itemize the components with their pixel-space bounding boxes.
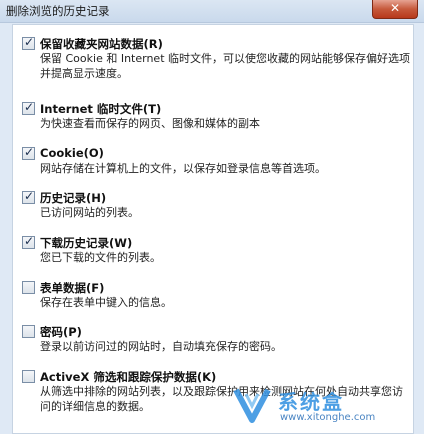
option-checkbox[interactable]: ✓ xyxy=(22,281,35,294)
title-bar: 删除浏览的历史记录 ✕ xyxy=(0,0,424,23)
close-button[interactable]: ✕ xyxy=(372,0,418,19)
option-description: 保存在表单中键入的信息。 xyxy=(40,296,172,309)
option-label[interactable]: 密码(P) xyxy=(40,324,82,340)
close-icon: ✕ xyxy=(389,1,401,15)
option-checkbox[interactable]: ✓ xyxy=(22,145,35,160)
checkmark-icon: ✓ xyxy=(24,35,35,49)
option-description: 您已下载的文件的列表。 xyxy=(40,251,161,264)
option-label[interactable]: Internet 临时文件(T) xyxy=(40,101,161,117)
checkmark-icon: ✓ xyxy=(24,145,35,159)
option-label[interactable]: 历史记录(H) xyxy=(40,190,106,206)
option-label[interactable]: 保留收藏夹网站数据(R) xyxy=(40,36,163,52)
checkmark-icon: ✓ xyxy=(24,189,35,203)
watermark-brand: 系统盒 xyxy=(278,390,344,414)
option-label[interactable]: 表单数据(F) xyxy=(40,280,104,296)
option-description: 已访问网站的列表。 xyxy=(40,206,139,219)
option-description: 保留 Cookie 和 Internet 临时文件，可以使您收藏的网站能够保存偏… xyxy=(40,52,410,80)
option-description: 登录以前访问过的网站时，自动填充保存的密码。 xyxy=(40,340,282,353)
xitonghe-logo-icon xyxy=(233,388,271,423)
option-checkbox[interactable]: ✓ xyxy=(22,100,35,115)
option-label[interactable]: ActiveX 筛选和跟踪保护数据(K) xyxy=(40,369,216,385)
watermark: 系统盒 www.xitonghe.com xyxy=(232,384,422,430)
option-label[interactable]: 下载历史记录(W) xyxy=(40,235,132,251)
option-description: 网站存储在计算机上的文件，以保存如登录信息等首选项。 xyxy=(40,162,326,175)
checkmark-icon: ✓ xyxy=(24,234,35,248)
window-title: 删除浏览的历史记录 xyxy=(6,4,110,18)
checkmark-icon: ✓ xyxy=(24,100,35,114)
option-description: 为快速查看而保存的网页、图像和媒体的副本 xyxy=(40,117,260,130)
option-checkbox[interactable]: ✓ xyxy=(22,189,35,204)
watermark-url: www.xitonghe.com xyxy=(280,412,376,423)
option-checkbox[interactable]: ✓ xyxy=(22,370,35,383)
option-checkbox[interactable]: ✓ xyxy=(22,325,35,338)
option-label[interactable]: Cookie(O) xyxy=(40,146,104,160)
option-checkbox[interactable]: ✓ xyxy=(22,35,35,50)
option-checkbox[interactable]: ✓ xyxy=(22,234,35,249)
